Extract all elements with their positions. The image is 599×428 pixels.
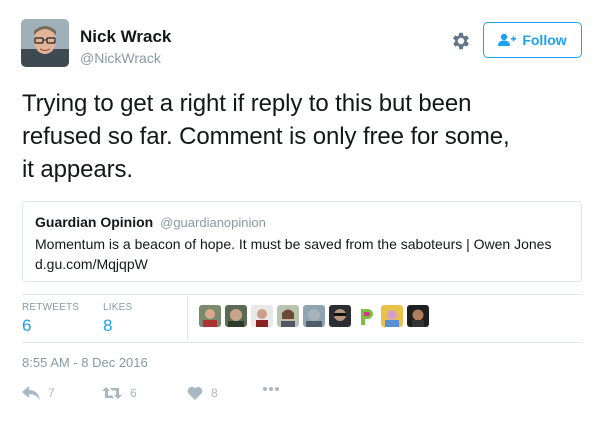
follow-button[interactable]: Follow xyxy=(483,22,582,58)
retweet-icon xyxy=(102,387,122,399)
retweets-count[interactable]: 6 xyxy=(22,316,31,336)
reply-icon xyxy=(22,386,40,400)
liker-avatar[interactable] xyxy=(251,305,273,327)
more-button[interactable] xyxy=(262,386,280,392)
gear-icon[interactable] xyxy=(450,30,472,52)
reply-button[interactable]: 7 xyxy=(22,386,55,400)
like-button[interactable]: 8 xyxy=(187,386,218,400)
liker-avatar[interactable] xyxy=(277,305,299,327)
likes-count[interactable]: 8 xyxy=(103,316,112,336)
more-icon xyxy=(263,387,279,391)
quoted-tweet-name: Guardian Opinion xyxy=(35,214,154,230)
follow-label: Follow xyxy=(522,32,567,48)
add-user-icon xyxy=(498,33,517,46)
quoted-tweet-author: Guardian Opinion @guardianopinion xyxy=(35,214,266,230)
reply-count: 7 xyxy=(48,386,55,400)
tweet-text: Trying to get a right if reply to this b… xyxy=(22,87,587,186)
likers-facepile xyxy=(199,305,429,327)
retweets-label[interactable]: RETWEETS xyxy=(22,302,79,313)
liker-avatar[interactable] xyxy=(225,305,247,327)
quoted-tweet-link[interactable]: d.gu.com/MqjqpW xyxy=(35,256,148,272)
like-count: 8 xyxy=(211,386,218,400)
heart-icon xyxy=(187,386,203,400)
display-name[interactable]: Nick Wrack xyxy=(80,27,171,47)
liker-avatar[interactable] xyxy=(381,305,403,327)
liker-avatar[interactable] xyxy=(329,305,351,327)
liker-avatar[interactable] xyxy=(407,305,429,327)
tweet-text-line: refused so far. Comment is only free for… xyxy=(22,123,510,150)
tweet-text-line: Trying to get a right if reply to this b… xyxy=(22,90,472,117)
liker-avatar[interactable] xyxy=(303,305,325,327)
avatar-image xyxy=(21,19,69,67)
tweet-timestamp[interactable]: 8:55 AM - 8 Dec 2016 xyxy=(22,355,148,370)
retweet-button[interactable]: 6 xyxy=(102,386,137,400)
stats-divider-bottom xyxy=(22,342,582,343)
retweet-count: 6 xyxy=(130,386,137,400)
likes-label[interactable]: LIKES xyxy=(103,302,132,313)
avatar[interactable] xyxy=(21,19,69,67)
quoted-tweet[interactable]: Guardian Opinion @guardianopinion Moment… xyxy=(22,201,582,282)
user-handle[interactable]: @NickWrack xyxy=(80,50,161,66)
quoted-tweet-text: Momentum is a beacon of hope. It must be… xyxy=(35,236,552,252)
liker-avatar[interactable] xyxy=(199,305,221,327)
quoted-tweet-handle: @guardianopinion xyxy=(160,215,266,230)
tweet-card: Nick Wrack @NickWrack Follow Trying to g… xyxy=(0,0,599,428)
stats-separator xyxy=(187,296,188,340)
stats-divider-top xyxy=(22,294,582,295)
liker-avatar[interactable] xyxy=(355,305,377,327)
tweet-text-line: it appears. xyxy=(22,156,133,183)
